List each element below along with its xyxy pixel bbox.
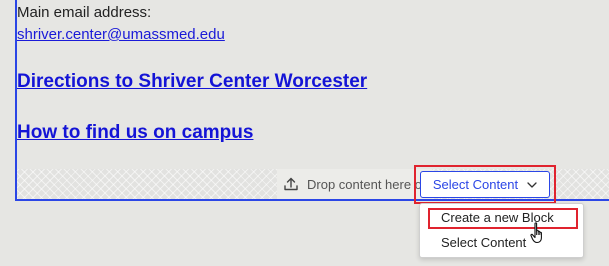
directions-link[interactable]: Directions to Shriver Center Worcester bbox=[17, 70, 367, 94]
chevron-down-icon bbox=[527, 181, 537, 188]
drop-zone-text: Drop content here or bbox=[307, 176, 427, 192]
select-content-button[interactable]: Select Content bbox=[420, 171, 550, 198]
drop-zone-prompt: Drop content here or bbox=[277, 169, 433, 199]
upload-icon bbox=[283, 176, 299, 192]
campus-link[interactable]: How to find us on campus bbox=[17, 121, 253, 145]
email-label: Main email address: bbox=[17, 4, 152, 21]
select-content-label: Select Content bbox=[432, 177, 519, 192]
menu-item-select-content[interactable]: Select Content bbox=[441, 235, 526, 250]
hand-cursor-icon bbox=[530, 222, 546, 244]
email-link[interactable]: shriver.center@umassmed.edu bbox=[17, 26, 225, 44]
dropdown-menu: Create a new Block Select Content bbox=[419, 203, 584, 258]
page: Main email address: shriver.center@umass… bbox=[0, 0, 609, 266]
